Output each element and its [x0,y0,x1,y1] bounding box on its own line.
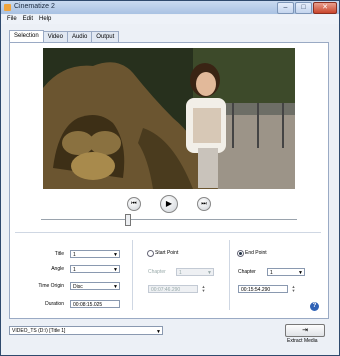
title-select[interactable]: 1 ▼ [70,250,120,258]
tab-selection[interactable]: Selection [9,30,44,42]
end-chapter-label: Chapter [238,269,256,275]
angle-select[interactable]: 1 ▼ [70,265,120,273]
menu-bar: File Edit Help [1,15,339,24]
start-point-label: Start Point [155,250,179,256]
chevron-down-icon: ▼ [207,270,212,276]
minimize-button[interactable]: – [277,2,294,14]
menu-help[interactable]: Help [39,15,51,24]
selection-panel: ⏮ ▶ ⏭ Title 1 ▼ Angle 1 ▼ Time Origin Disc… [9,42,329,319]
close-button[interactable]: ✕ [313,2,337,14]
column-separator-1 [132,240,133,310]
application-window: Cinematize 2 – □ ✕ File Edit Help Select… [0,0,340,356]
time-origin-value: Disc [73,284,83,290]
duration-label: Duration [45,301,64,307]
end-point-radio[interactable] [237,250,244,257]
next-frame-button[interactable]: ⏭ [197,197,211,211]
help-icon[interactable]: ? [310,302,319,311]
start-chapter-value: 1 [179,270,182,276]
seek-track[interactable] [41,219,297,220]
app-icon [4,4,11,11]
tab-strip: Selection Video Audio Output [9,30,120,42]
start-chapter-label: Chapter [148,269,166,275]
source-value: VIDEO_TS (D:\) [Title 1] [12,328,66,334]
play-button[interactable]: ▶ [160,195,178,213]
previous-frame-button[interactable]: ⏮ [127,197,141,211]
title-label: Title [54,251,64,257]
skip-forward-icon: ⏭ [201,201,207,207]
seek-thumb[interactable] [125,214,131,226]
title-bar: Cinematize 2 – □ ✕ [1,1,339,14]
play-icon: ▶ [165,199,173,208]
start-time-spinner[interactable]: ▲ ▼ [201,285,206,293]
extract-media-label: Extract Media [287,338,318,344]
section-divider [15,232,321,233]
time-origin-select[interactable]: Disc ▼ [70,282,120,290]
video-frame-image [43,48,295,189]
source-select[interactable]: VIDEO_TS (D:\) [Title 1] ▼ [9,326,163,335]
chevron-down-icon: ▼ [113,267,118,273]
video-preview [43,48,295,189]
menu-file[interactable]: File [7,15,17,24]
start-point-radio[interactable] [147,250,154,257]
end-time-spinner[interactable]: ▲ ▼ [291,285,296,293]
menu-edit[interactable]: Edit [23,15,33,24]
title-value: 1 [73,252,76,258]
angle-value: 1 [73,267,76,273]
duration-field: 00:08:15.025 [70,300,120,308]
chevron-down-icon: ▼ [156,329,161,335]
maximize-button[interactable]: □ [295,2,312,14]
chevron-down-icon: ▼ [298,270,303,276]
tab-output[interactable]: Output [91,31,120,42]
start-chapter-select[interactable]: 1 ▼ [176,268,214,276]
column-separator-2 [229,240,230,310]
window-title: Cinematize 2 [14,3,55,10]
tab-audio[interactable]: Audio [66,31,93,42]
chevron-down-icon: ▼ [113,284,118,290]
extract-icon: ⇥ [302,327,308,334]
end-time-field[interactable]: 00:15:54.290 [238,285,288,293]
start-time-field[interactable]: 00:07:46.290 [148,285,198,293]
skip-back-icon: ⏮ [131,201,137,207]
end-chapter-value: 1 [270,270,273,276]
time-origin-label: Time Origin [38,283,64,289]
tab-video[interactable]: Video [42,31,68,42]
end-chapter-select[interactable]: 1 ▼ [267,268,305,276]
end-point-label: End Point [245,250,267,256]
angle-label: Angle [51,266,64,272]
extract-media-button[interactable]: ⇥ [285,324,325,337]
chevron-down-icon: ▼ [113,252,118,258]
